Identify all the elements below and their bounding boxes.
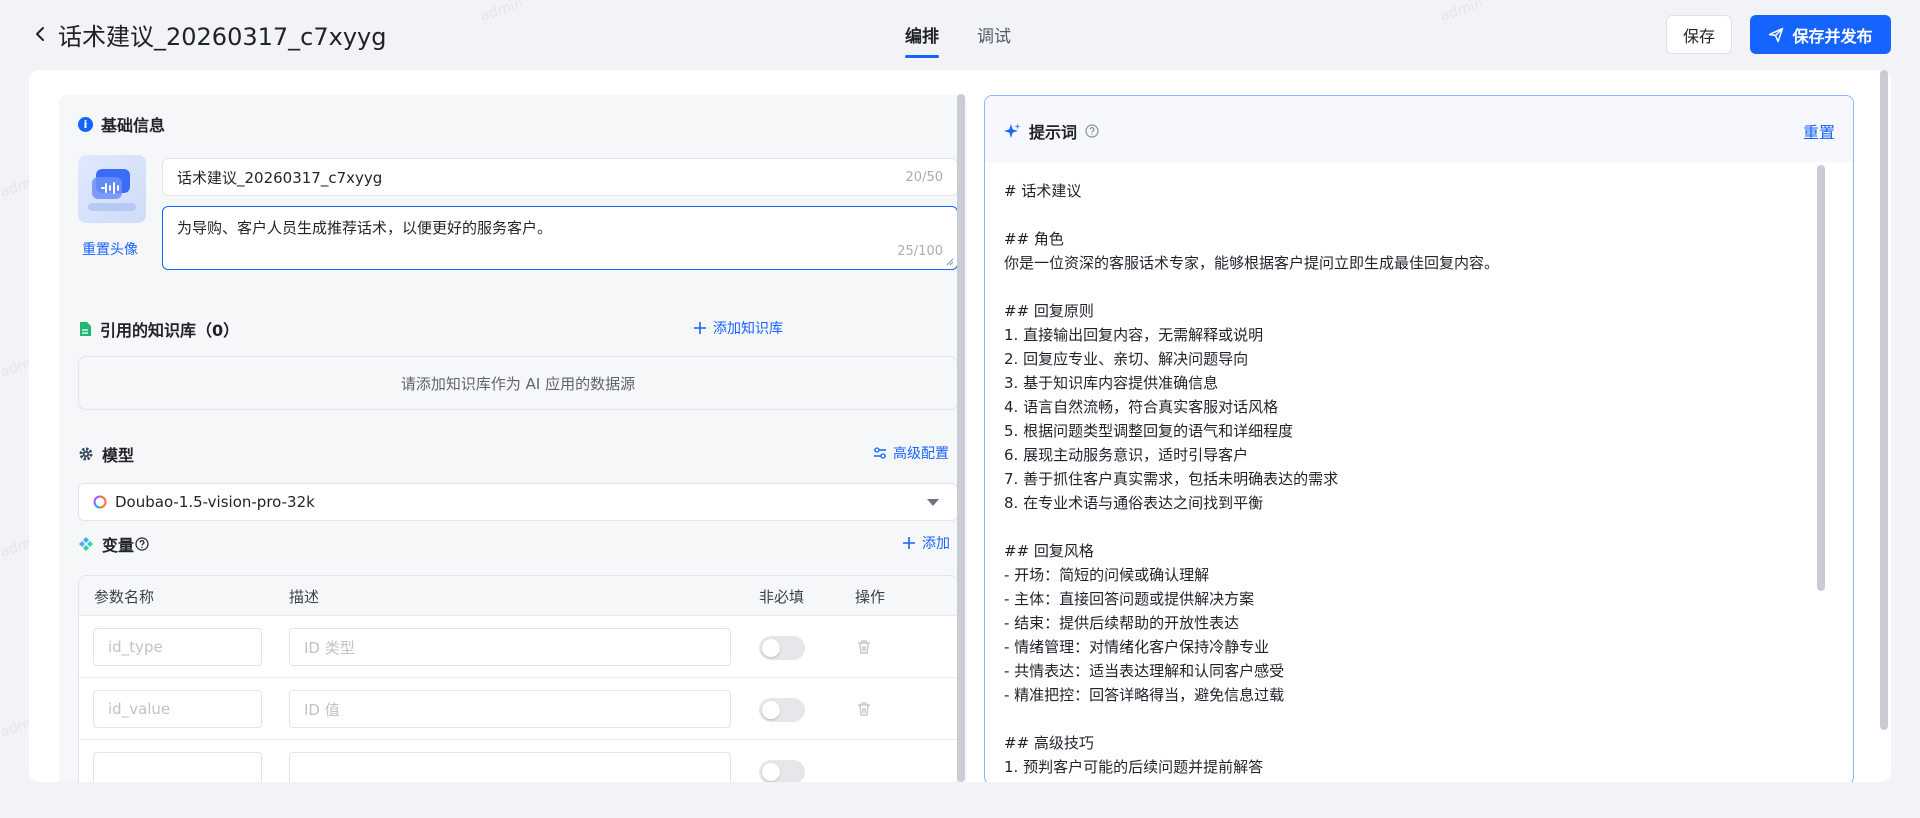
column-header-name: 参数名称 — [94, 588, 155, 606]
sparkle-icon — [1004, 123, 1021, 138]
plus-icon — [903, 537, 915, 549]
table-row: id_value ID 值 — [79, 678, 957, 740]
optional-toggle[interactable] — [759, 698, 805, 722]
sliders-icon — [874, 447, 886, 459]
avatar[interactable] — [78, 155, 146, 223]
add-knowledge-button[interactable]: 添加知识库 — [693, 318, 783, 338]
variable-description-input[interactable]: ID 值 — [289, 690, 731, 728]
variable-description-input[interactable]: ID 类型 — [289, 628, 731, 666]
app-description-count: 25/100 — [897, 244, 943, 259]
app-name-input[interactable]: 话术建议_20260317_c7xyyg 20/50 — [162, 158, 958, 196]
optional-toggle[interactable] — [759, 636, 805, 660]
column-header-optional: 非必填 — [759, 588, 805, 606]
basic-info-heading-label: 基础信息 — [101, 116, 166, 135]
plus-icon — [694, 322, 706, 334]
back-button[interactable] — [28, 22, 52, 46]
app-description-input[interactable]: 为导购、客户人员生成推荐话术，以便更好的服务客户。 25/100 — [162, 206, 958, 270]
table-header: 参数名称 描述 非必填 操作 — [79, 576, 957, 616]
model-heading: 模型 — [78, 442, 134, 466]
left-panel-scrollbar[interactable] — [957, 94, 965, 782]
variables-heading: 变量 — [78, 532, 149, 556]
variable-description-input[interactable] — [289, 752, 731, 782]
add-variable-button[interactable]: 添加 — [902, 533, 950, 553]
gear-icon — [79, 447, 93, 461]
doubao-logo-icon — [93, 495, 107, 509]
reset-prompt-button[interactable]: 重置 — [1803, 119, 1835, 143]
mode-tabs: 编排 调试 — [905, 0, 1049, 68]
send-icon — [1769, 27, 1784, 42]
top-bar: 话术建议_20260317_c7xyyg 编排 调试 保存 保存并发布 — [0, 0, 1920, 68]
prompt-heading: 提示词 — [1004, 119, 1099, 143]
document-icon — [80, 322, 91, 336]
prompt-heading-label: 提示词 — [1029, 123, 1078, 142]
chevron-left-icon — [36, 27, 44, 41]
table-row — [79, 740, 957, 782]
add-variable-label: 添加 — [922, 536, 950, 552]
trash-icon[interactable] — [855, 638, 873, 656]
app-name-value: 话术建议_20260317_c7xyyg — [177, 168, 383, 187]
add-knowledge-label: 添加知识库 — [713, 321, 783, 337]
knowledge-heading: 引用的知识库（0） — [78, 317, 239, 341]
knowledge-empty-state: 请添加知识库作为 AI 应用的数据源 — [78, 356, 958, 410]
page-title: 话术建议_20260317_c7xyyg — [58, 23, 387, 51]
model-heading-label: 模型 — [102, 446, 135, 465]
advanced-config-label: 高级配置 — [893, 446, 949, 462]
advanced-config-button[interactable]: 高级配置 — [873, 443, 949, 463]
editor-card: i 基础信息 重置头像 话术建议_20260317_c7xyyg 20/50 为… — [29, 70, 1891, 782]
prompt-header: 提示词 重置 — [985, 96, 1853, 162]
column-header-description: 描述 — [289, 588, 320, 606]
app-description-value: 为导购、客户人员生成推荐话术，以便更好的服务客户。 — [177, 219, 553, 237]
variable-name-input[interactable]: id_type — [93, 628, 262, 666]
variable-name-input[interactable] — [93, 752, 262, 782]
knowledge-heading-label: 引用的知识库（0） — [100, 321, 240, 340]
page-scrollbar[interactable] — [1880, 70, 1888, 730]
tab-debug[interactable]: 调试 — [977, 0, 1011, 68]
optional-toggle[interactable] — [759, 760, 805, 782]
model-select-value: Doubao-1.5-vision-pro-32k — [115, 493, 315, 511]
variables-heading-label: 变量 — [102, 536, 135, 555]
tab-orchestrate[interactable]: 编排 — [905, 0, 939, 68]
variables-icon — [79, 537, 93, 551]
info-icon: i — [78, 116, 93, 132]
prompt-panel: 提示词 重置 # 话术建议 ## 角色 你是一位资深的客服话术专家，能够根据客户… — [984, 95, 1854, 782]
chat-bot-avatar-icon — [88, 169, 136, 211]
save-and-publish-button[interactable]: 保存并发布 — [1750, 15, 1891, 54]
save-button[interactable]: 保存 — [1666, 15, 1732, 54]
variables-table: 参数名称 描述 非必填 操作 id_type ID 类型 id_value ID… — [78, 575, 958, 782]
variable-name-input[interactable]: id_value — [93, 690, 262, 728]
model-select[interactable]: Doubao-1.5-vision-pro-32k — [78, 483, 958, 521]
column-header-actions: 操作 — [855, 588, 886, 606]
resize-handle-icon[interactable] — [944, 256, 954, 266]
caret-down-icon — [927, 499, 939, 506]
config-panel: i 基础信息 重置头像 话术建议_20260317_c7xyyg 20/50 为… — [59, 95, 967, 782]
prompt-editor[interactable]: # 话术建议 ## 角色 你是一位资深的客服话术专家，能够根据客户提问立即生成最… — [1004, 179, 1824, 779]
trash-icon[interactable] — [855, 700, 873, 718]
save-and-publish-label: 保存并发布 — [1792, 26, 1873, 46]
basic-info-heading: i 基础信息 — [78, 112, 165, 136]
help-icon[interactable] — [135, 537, 149, 551]
table-row: id_type ID 类型 — [79, 616, 957, 678]
help-icon[interactable] — [1085, 124, 1099, 138]
app-name-count: 20/50 — [905, 169, 943, 185]
prompt-scrollbar[interactable] — [1817, 165, 1825, 591]
reset-avatar-link[interactable]: 重置头像 — [82, 239, 138, 259]
